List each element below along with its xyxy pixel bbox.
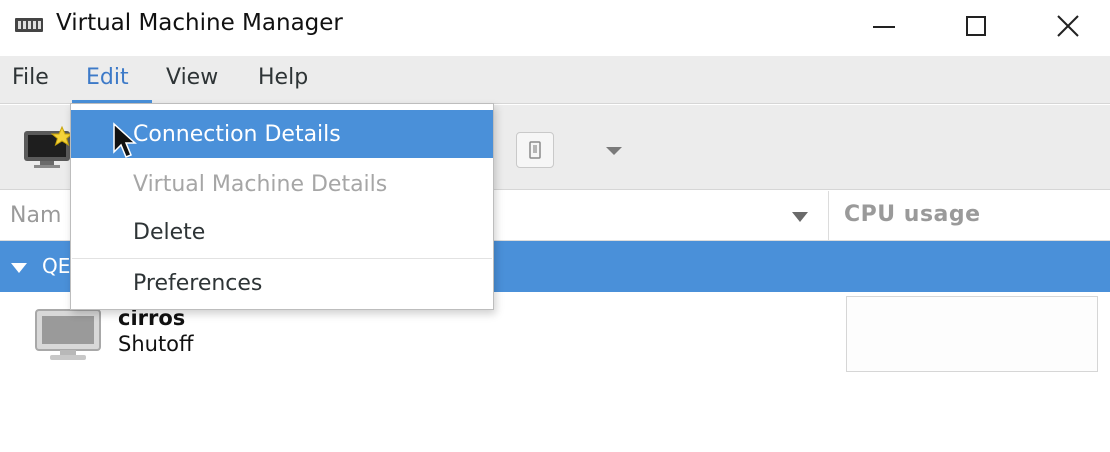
minimize-button[interactable]: [864, 8, 904, 44]
menu-item-label: Virtual Machine Details: [133, 172, 388, 197]
menu-edit[interactable]: Edit: [86, 65, 129, 96]
vm-status: Shutoff: [118, 332, 194, 356]
menu-item-delete[interactable]: Delete: [71, 208, 493, 256]
sort-arrow-icon[interactable]: [788, 210, 812, 224]
chevron-down-icon[interactable]: [602, 143, 626, 159]
vm-monitor-icon: [35, 309, 101, 360]
menu-item-virtual-machine-details[interactable]: Virtual Machine Details: [71, 160, 493, 208]
window-title: Virtual Machine Manager: [56, 10, 343, 36]
menu-item-label: Delete: [133, 220, 206, 245]
menu-item-label: Preferences: [133, 271, 263, 296]
cpu-usage-graph: [846, 296, 1098, 372]
column-divider[interactable]: [828, 191, 829, 241]
shutdown-button[interactable]: [516, 132, 554, 168]
close-button[interactable]: [1048, 8, 1088, 44]
expand-arrow-icon[interactable]: [9, 261, 29, 275]
menu-help[interactable]: Help: [258, 65, 308, 96]
maximize-button[interactable]: [956, 8, 996, 44]
vmm-app-icon: [15, 18, 43, 32]
column-cpu-header[interactable]: CPU usage: [844, 202, 981, 227]
new-vm-icon[interactable]: [22, 125, 74, 169]
minimize-icon: [873, 26, 895, 28]
menu-view[interactable]: View: [166, 65, 218, 96]
menu-item-label: Connection Details: [133, 122, 341, 147]
connection-label: QE: [42, 254, 71, 278]
close-icon: [1057, 15, 1079, 37]
title-bar: Virtual Machine Manager: [0, 0, 1110, 56]
menu-bar: File Edit View Help: [0, 56, 1110, 104]
menu-file[interactable]: File: [12, 65, 49, 96]
shutdown-icon: [529, 141, 541, 159]
maximize-icon: [966, 16, 986, 36]
menu-item-preferences[interactable]: Preferences: [71, 259, 493, 307]
column-name-header[interactable]: Nam: [10, 203, 61, 228]
mouse-cursor-icon: [113, 122, 137, 158]
